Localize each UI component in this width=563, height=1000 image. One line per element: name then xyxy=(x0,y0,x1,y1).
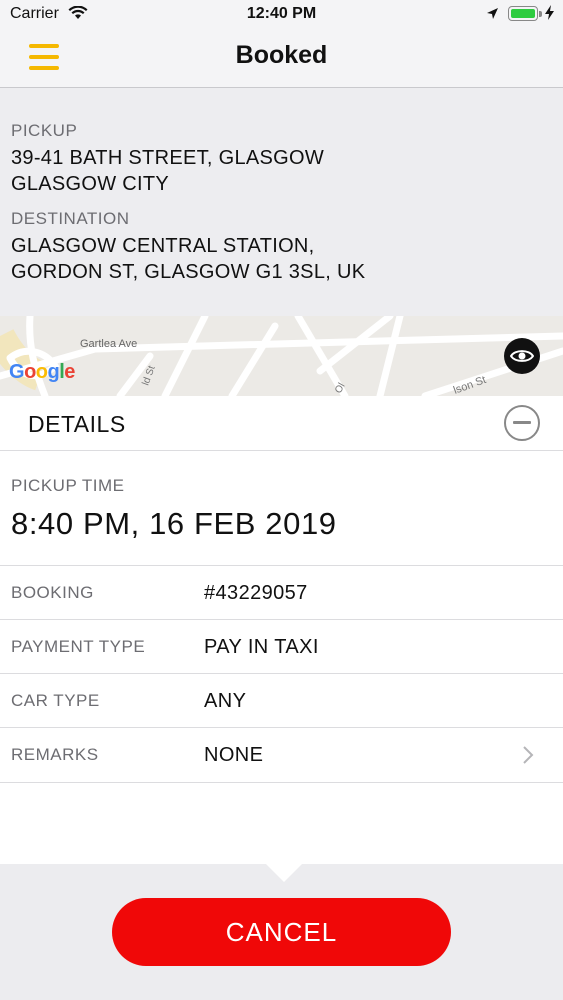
destination-address-line-2: GORDON ST, GLASGOW G1 3SL, UK xyxy=(11,261,366,283)
details-title: DETAILS xyxy=(28,411,126,437)
cancel-button[interactable]: CANCEL xyxy=(112,898,451,966)
details-panel: PICKUP TIME 8:40 PM, 16 FEB 2019 BOOKING… xyxy=(0,451,563,864)
car-type-label: CAR TYPE xyxy=(11,691,100,710)
destination-label: DESTINATION xyxy=(11,209,130,228)
remarks-label: REMARKS xyxy=(11,745,99,764)
detail-row-remarks[interactable]: REMARKS NONE xyxy=(0,727,563,783)
location-arrow-icon xyxy=(487,8,498,19)
payment-type-value: PAY IN TAXI xyxy=(204,636,319,658)
pickup-label: PICKUP xyxy=(11,121,78,140)
status-time: 12:40 PM xyxy=(246,5,317,22)
detail-row-booking: BOOKING #43229057 xyxy=(0,565,563,620)
pickup-address-line-2: GLASGOW CITY xyxy=(11,173,170,195)
toggle-map-button[interactable] xyxy=(504,338,540,374)
navigation-bar: Booked xyxy=(0,30,563,88)
battery-icon xyxy=(508,6,538,21)
status-bar: Carrier 12:40 PM xyxy=(0,0,563,30)
pickup-address-line-1: 39-41 BATH STREET, GLASGOW xyxy=(11,147,325,169)
pickup-time-value: 8:40 PM, 16 FEB 2019 xyxy=(11,506,337,541)
destination-address-line-1: GLASGOW CENTRAL STATION, xyxy=(11,235,315,257)
booking-label: BOOKING xyxy=(11,583,94,602)
battery-tip xyxy=(539,11,542,17)
minus-circle-icon xyxy=(513,421,531,424)
details-header: DETAILS xyxy=(0,396,563,451)
remarks-value: NONE xyxy=(204,744,264,766)
route-panel: PICKUP 39-41 BATH STREET, GLASGOW GLASGO… xyxy=(0,88,563,316)
pickup-time-label: PICKUP TIME xyxy=(11,476,125,495)
booking-value: #43229057 xyxy=(204,582,308,604)
page-title: Booked xyxy=(235,41,328,69)
detail-row-payment-type: PAYMENT TYPE PAY IN TAXI xyxy=(0,619,563,674)
payment-type-label: PAYMENT TYPE xyxy=(11,637,146,656)
detail-row-car-type: CAR TYPE ANY xyxy=(0,673,563,728)
map-street-label: Gartlea Ave xyxy=(80,338,137,350)
car-type-value: ANY xyxy=(204,690,247,712)
chevron-right-icon xyxy=(523,746,534,764)
google-logo: Google xyxy=(9,361,75,383)
collapse-details-button[interactable] xyxy=(504,405,540,441)
map-roads: Gartlea Ave ld St Ol lson St xyxy=(0,316,563,396)
map-view[interactable]: Gartlea Ave ld St Ol lson St Google xyxy=(0,316,563,396)
eye-icon xyxy=(510,350,534,362)
charging-bolt-icon xyxy=(545,5,554,20)
panel-pointer xyxy=(266,864,302,882)
